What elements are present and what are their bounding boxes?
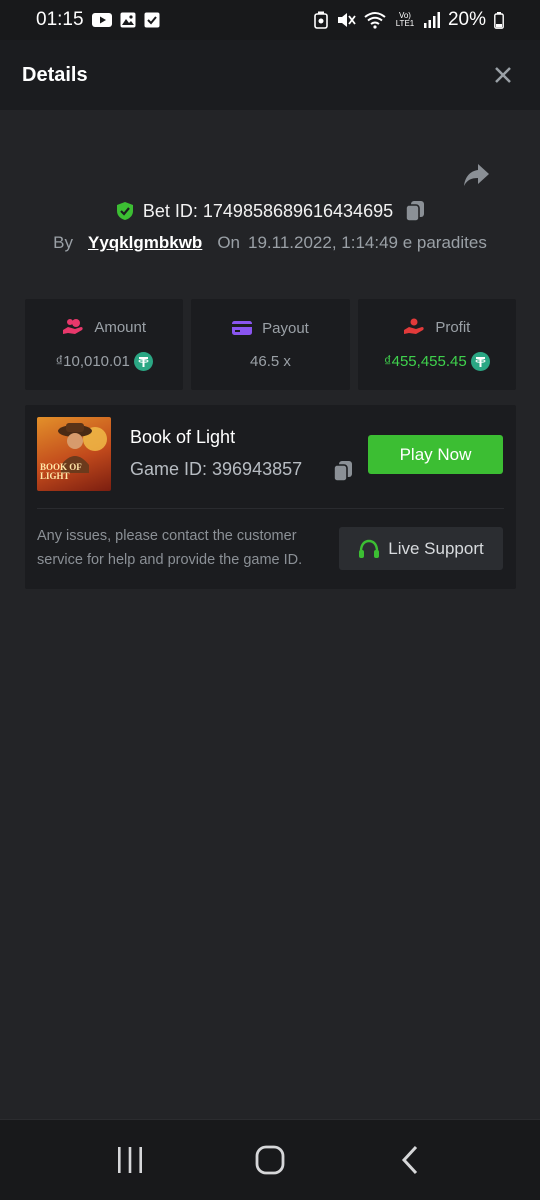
back-icon[interactable] [380,1135,440,1185]
home-icon[interactable] [240,1135,300,1185]
game-card: BOOK OF LIGHT Book of Light Game ID: 396… [25,405,516,589]
issue-notice: Any issues, please contact the customer … [37,528,303,568]
gallery-icon [120,12,136,28]
game-name: Book of Light [130,427,236,447]
game-thumbnail[interactable]: BOOK OF LIGHT [37,417,111,491]
checkbox-icon [144,12,160,28]
status-right: Vo) LTE1 20% [314,9,504,31]
headphones-icon [358,539,380,559]
hand-user-icon [403,318,425,336]
bet-id-text: Bet ID: 1749858689616434695 [142,200,394,221]
wifi-icon [364,11,386,29]
stats-row: Amount ₫10,010.01 Payout 46.5 x Profit ₫… [25,299,516,390]
live-support-button[interactable]: Live Support [339,527,503,570]
status-left: 01:15 [36,9,160,31]
volte-label: Vo) LTE1 [395,11,415,28]
signal-icon [423,12,440,28]
coins-hand-icon [62,318,84,336]
by-label: By [53,233,73,252]
play-now-button[interactable]: Play Now [368,435,503,474]
close-icon[interactable] [492,64,514,86]
stat-amount-label: Amount [94,318,147,336]
mute-icon [336,11,356,29]
stat-profit-label: Profit [435,318,471,336]
bet-meta-row: By Yyqklgmbkwb On 19.11.2022, 1:14:49 e … [0,230,540,256]
shield-check-icon [115,201,135,221]
battery-icon [494,11,504,29]
system-nav-bar [0,1119,540,1200]
stat-payout-value: 46.5 x [250,352,291,370]
youtube-icon [91,13,112,27]
tether-icon [133,352,153,371]
divider [37,508,504,509]
on-label: On [217,233,240,252]
copy-icon[interactable] [333,460,355,482]
battery-percent: 20% [447,9,486,30]
status-bar: 01:15 Vo) LTE1 20% [0,0,540,40]
stat-profit-value: ₫455,455.45 [383,353,467,370]
username-link[interactable]: Yyqklgmbkwb [88,233,202,253]
bet-timestamp: 19.11.2022, 1:14:49 e paradites [248,233,487,252]
page-title: Details [22,63,88,86]
header: Details [0,40,540,110]
tether-icon [470,352,490,371]
card-icon [232,320,253,336]
stat-payout: Payout 46.5 x [191,299,350,390]
stat-payout-label: Payout [262,319,309,337]
thumbnail-text: BOOK OF LIGHT [40,462,82,481]
share-icon[interactable] [461,160,491,190]
game-id: Game ID: 396943857 [130,459,303,479]
stat-amount: Amount ₫10,010.01 [25,299,184,390]
status-time: 01:15 [36,9,84,30]
live-support-label: Live Support [388,538,484,558]
copy-icon[interactable] [405,200,425,222]
recent-apps-icon[interactable] [100,1135,160,1185]
bet-id-row: Bet ID: 1749858689616434695 [0,197,540,225]
stat-amount-value: ₫10,010.01 [55,353,130,370]
alarm-icon [314,11,328,29]
stat-profit: Profit ₫455,455.45 [357,299,516,390]
